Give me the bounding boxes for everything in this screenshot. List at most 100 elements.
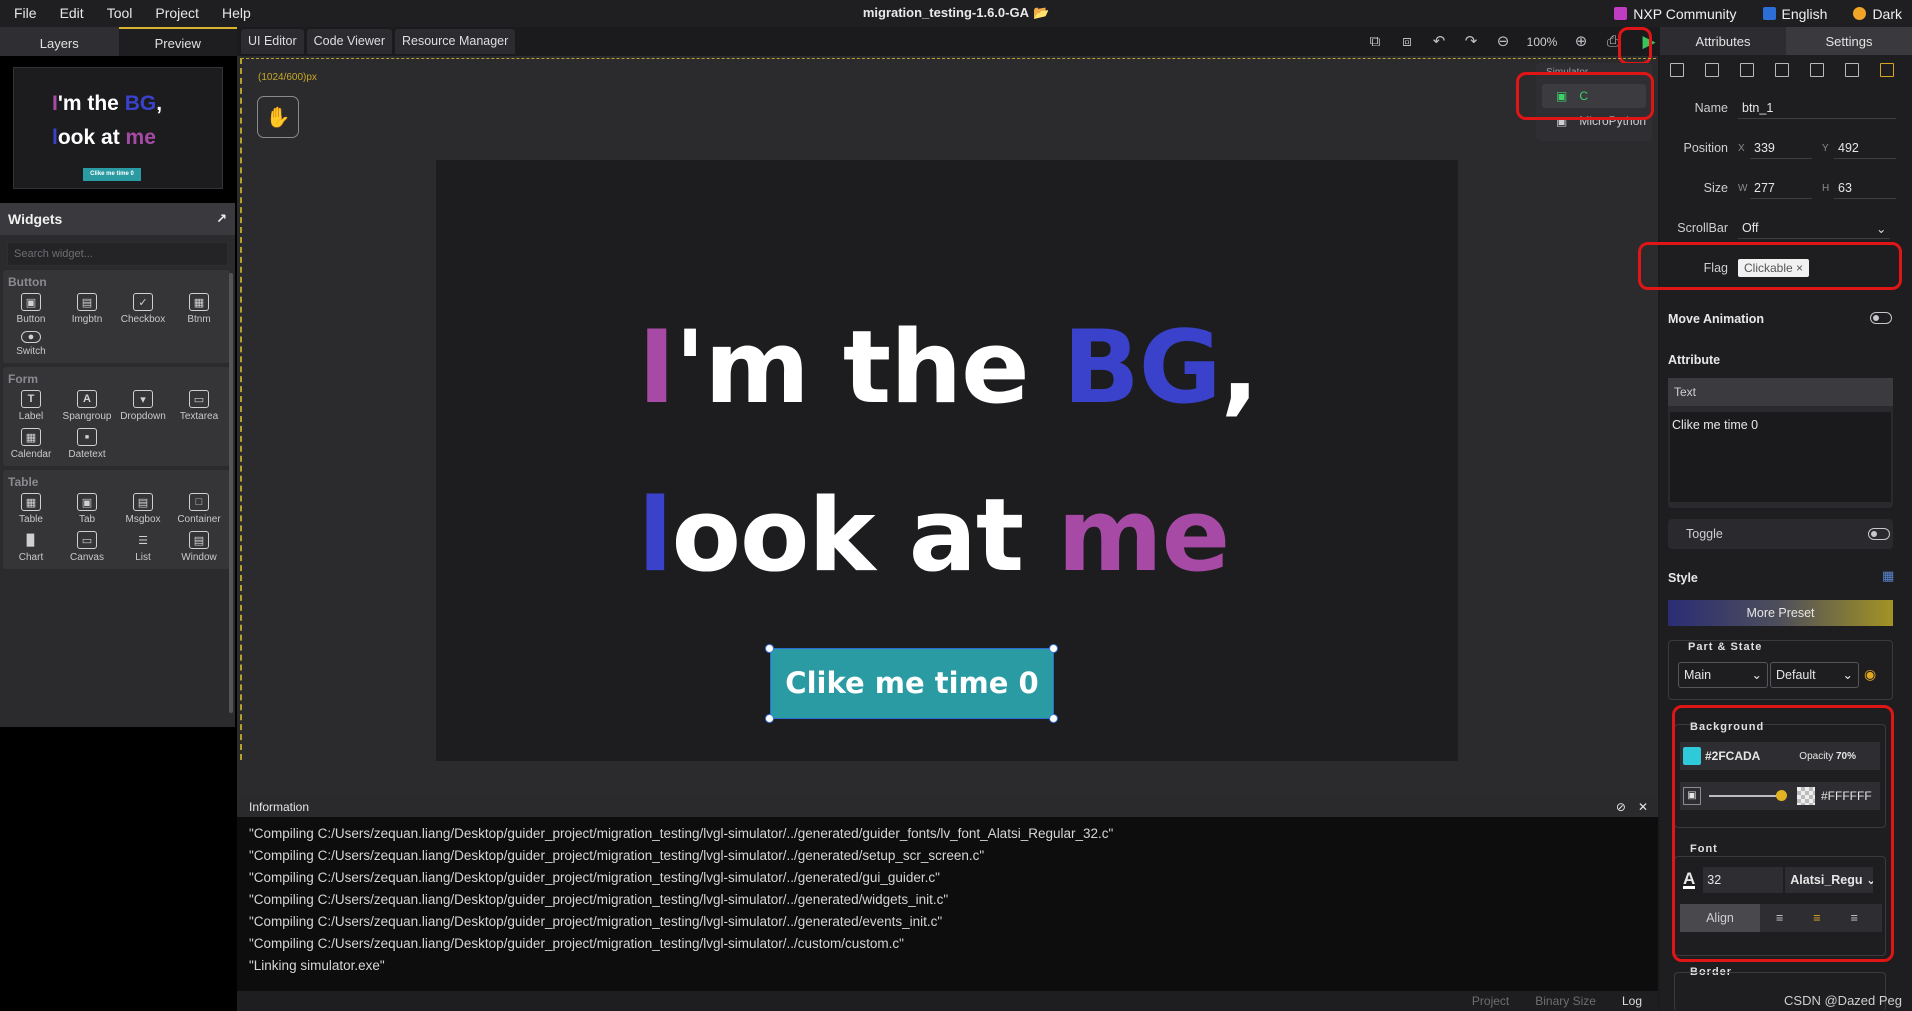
information-panel: Information ⊘ ✕ "Compiling C:/Users/zequa… (237, 797, 1658, 1011)
width-input[interactable]: 277 (1750, 177, 1812, 199)
redo-icon[interactable]: ↷ (1462, 33, 1480, 51)
move-animation-toggle[interactable] (1870, 312, 1892, 324)
scrollbar-row: ScrollBar Off ⌄ (1668, 217, 1906, 239)
position-row: Position X 339 Y 492 (1668, 137, 1906, 159)
status-project[interactable]: Project (1472, 994, 1509, 1008)
undo-icon[interactable]: ↶ (1430, 33, 1448, 51)
zoom-out-icon[interactable]: ⊖ (1494, 33, 1512, 51)
widget-container[interactable]: □ Container (171, 493, 227, 525)
align-right-icon[interactable] (1740, 63, 1754, 77)
part-select[interactable]: Main ⌄ (1678, 662, 1768, 688)
toggle-switch[interactable] (1868, 528, 1890, 540)
table-icon: ▦ (21, 493, 41, 511)
close-icon[interactable]: ✕ (1638, 800, 1648, 814)
calendar-icon: ▦ (21, 428, 41, 446)
main-menu: File Edit Tool Project Help (6, 0, 266, 27)
status-binary-size[interactable]: Binary Size (1535, 994, 1596, 1008)
widget-imgbtn[interactable]: ▤ Imgbtn (59, 293, 115, 325)
selected-button-btn1[interactable]: Clike me time 0 (770, 648, 1054, 719)
x-input[interactable]: 339 (1750, 137, 1812, 159)
widget-window[interactable]: ▤ Window (171, 531, 227, 563)
chevron-down-icon: ⌄ (1751, 668, 1762, 682)
height-input[interactable]: 63 (1834, 177, 1896, 199)
tab-settings[interactable]: Settings (1786, 27, 1912, 55)
widget-dropdown[interactable]: ▾ Dropdown (115, 390, 171, 422)
eye-icon[interactable]: ◉ (1864, 666, 1876, 683)
zoom-in-icon[interactable]: ⊕ (1572, 33, 1590, 51)
datetext-icon: ■ (77, 428, 97, 446)
resize-handle-bl[interactable] (765, 714, 774, 723)
menu-edit[interactable]: Edit (52, 0, 99, 27)
label-icon: T (21, 390, 41, 408)
tab-attributes[interactable]: Attributes (1660, 27, 1786, 55)
duplicate-icon[interactable]: ⧈ (1398, 33, 1416, 51)
widget-group-table: Table ▦ Table ▣ Tab ▤ Msgbox □ Container ▉ Ch… (3, 470, 230, 569)
widgets-scrollbar[interactable] (229, 273, 233, 713)
widget-group-button: Button ▣ Button ▤ Imgbtn ✓ Checkbox ▦ Btnm ●… (3, 270, 230, 363)
grid-icon[interactable] (1880, 63, 1894, 77)
menu-project[interactable]: Project (147, 0, 214, 27)
copy-icon[interactable]: ⧉ (1366, 33, 1384, 51)
log-line: "Compiling C:/Users/zequan.liang/Desktop… (249, 848, 985, 863)
tab-layers[interactable]: Layers (0, 27, 119, 56)
menu-file[interactable]: File (6, 0, 52, 27)
menu-help[interactable]: Help (214, 0, 266, 27)
widget-msgbox[interactable]: ▤ Msgbox (115, 493, 171, 525)
language-selector[interactable]: English (1762, 6, 1827, 22)
label-line1: I'm the BG, (638, 308, 1259, 426)
widget-canvas[interactable]: ▭ Canvas (59, 531, 115, 563)
label-line2: look at me (638, 476, 1230, 594)
background-label[interactable]: I'm the BG, look at me (638, 283, 1259, 619)
preview-button: Clike me time 0 (83, 168, 141, 181)
left-panel: Layers Preview I'm the BG, look at me Cl… (0, 27, 237, 1011)
tab-resource-manager[interactable]: Resource Manager (394, 29, 516, 54)
window-icon: ▤ (189, 531, 209, 549)
widget-checkbox[interactable]: ✓ Checkbox (115, 293, 171, 325)
align-bottom-icon[interactable] (1775, 63, 1789, 77)
popout-icon[interactable]: ↗ (216, 211, 227, 227)
y-input[interactable]: 492 (1834, 137, 1896, 159)
widget-button[interactable]: ▣ Button (3, 293, 59, 325)
widget-search-input[interactable]: Search widget... (7, 242, 228, 266)
state-select[interactable]: Default ⌄ (1770, 662, 1859, 688)
more-preset-button[interactable]: More Preset (1668, 600, 1893, 626)
widget-switch[interactable]: ● Switch (3, 331, 59, 357)
tab-preview[interactable]: Preview (118, 27, 237, 56)
highlight-flag (1638, 242, 1902, 290)
widget-datetext[interactable]: ■ Datetext (59, 428, 115, 460)
name-input[interactable]: btn_1 (1738, 97, 1896, 119)
align-top-icon[interactable] (1705, 63, 1719, 77)
clear-log-icon[interactable]: ⊘ (1616, 800, 1626, 814)
widgets-header: Widgets ↗ (0, 203, 235, 235)
align-hcenter-icon[interactable] (1810, 63, 1824, 77)
widget-calendar[interactable]: ▦ Calendar (3, 428, 59, 460)
resize-handle-br[interactable] (1049, 714, 1058, 723)
widget-btnm[interactable]: ▦ Btnm (171, 293, 227, 325)
tab-ui-editor[interactable]: UI Editor (241, 29, 304, 54)
menu-tool[interactable]: Tool (99, 0, 148, 27)
nxp-community-link[interactable]: NXP Community (1614, 6, 1737, 22)
widget-list[interactable]: ☰ List (115, 531, 171, 564)
pan-hand-button[interactable]: ✋ (257, 96, 299, 138)
tab-code-viewer[interactable]: Code Viewer (306, 29, 392, 54)
widget-label[interactable]: T Label (3, 390, 59, 422)
widget-chart[interactable]: ▉ Chart (3, 531, 59, 564)
style-save-icon[interactable]: ▦ (1882, 568, 1894, 584)
align-vcenter-icon[interactable] (1845, 63, 1859, 77)
resize-handle-tl[interactable] (765, 644, 774, 653)
widget-tab[interactable]: ▣ Tab (59, 493, 115, 525)
resize-handle-tr[interactable] (1049, 644, 1058, 653)
align-left-icon[interactable] (1670, 63, 1684, 77)
widget-spangroup[interactable]: A Spangroup (59, 390, 115, 422)
theme-selector[interactable]: Dark (1853, 6, 1902, 22)
text-attribute-box: Text Clike me time 0 (1668, 378, 1893, 508)
ruler-top (241, 58, 1656, 64)
widget-textarea[interactable]: ▭ Textarea (171, 390, 227, 422)
size-row: Size W 277 H 63 (1668, 177, 1906, 199)
status-log[interactable]: Log (1622, 994, 1642, 1008)
widget-table[interactable]: ▦ Table (3, 493, 59, 525)
button-icon: ▣ (21, 293, 41, 311)
move-animation-title: Move Animation (1668, 312, 1765, 326)
scrollbar-select[interactable]: Off (1738, 217, 1890, 239)
text-value-textarea[interactable]: Clike me time 0 (1670, 412, 1891, 502)
